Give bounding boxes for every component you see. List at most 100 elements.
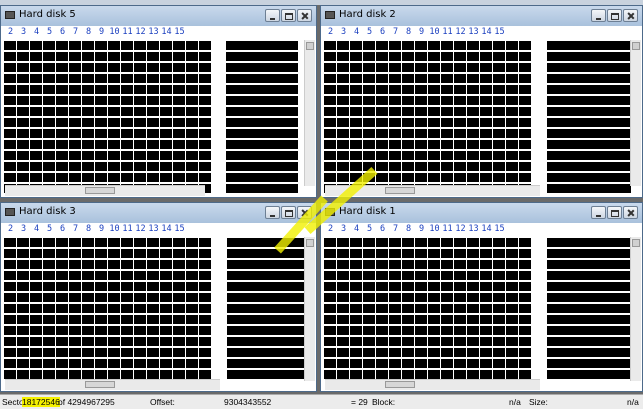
hex-cell[interactable]: [160, 74, 172, 83]
hex-cell[interactable]: [173, 293, 185, 302]
hex-cell[interactable]: [82, 315, 94, 324]
hex-cell[interactable]: [43, 129, 55, 138]
hex-cell[interactable]: [17, 249, 29, 258]
hex-cell[interactable]: [376, 41, 388, 50]
hex-cell[interactable]: [337, 162, 349, 171]
ascii-cell[interactable]: [227, 337, 307, 346]
hex-cell[interactable]: [441, 140, 453, 149]
ascii-cell[interactable]: [547, 282, 631, 291]
window-hard-disk-3[interactable]: Hard disk 3 2 3 4 5 6 7 8 9 10 11 12 13 14 15: [0, 202, 317, 392]
hex-cell[interactable]: [69, 370, 81, 379]
hex-cell[interactable]: [56, 52, 68, 61]
hex-cell[interactable]: [147, 370, 159, 379]
hex-cell[interactable]: [454, 151, 466, 160]
horizontal-scrollbar[interactable]: [5, 379, 220, 390]
hex-cell[interactable]: [506, 238, 518, 247]
hex-cell[interactable]: [506, 151, 518, 160]
hex-cell[interactable]: [350, 151, 362, 160]
hex-cell[interactable]: [95, 249, 107, 258]
hex-cell[interactable]: [402, 85, 414, 94]
hex-cell[interactable]: [108, 359, 120, 368]
hex-cell[interactable]: [493, 85, 505, 94]
ascii-cell[interactable]: [227, 348, 307, 357]
hex-cell[interactable]: [415, 238, 427, 247]
hex-cell[interactable]: [56, 41, 68, 50]
hex-cell[interactable]: [56, 271, 68, 280]
hex-cell[interactable]: [506, 249, 518, 258]
horizontal-scrollbar[interactable]: [5, 185, 205, 196]
hex-cell[interactable]: [17, 85, 29, 94]
hex-cell[interactable]: [467, 173, 479, 182]
hex-cell[interactable]: [467, 162, 479, 171]
hex-cell[interactable]: [506, 282, 518, 291]
hex-cell[interactable]: [415, 271, 427, 280]
hex-cell[interactable]: [493, 41, 505, 50]
hex-cell[interactable]: [56, 370, 68, 379]
hex-cell[interactable]: [324, 293, 336, 302]
hex-cell[interactable]: [82, 238, 94, 247]
hex-cell[interactable]: [454, 271, 466, 280]
hex-cell[interactable]: [199, 74, 211, 83]
hex-cell[interactable]: [324, 370, 336, 379]
hex-cell[interactable]: [199, 129, 211, 138]
hex-grid[interactable]: [4, 238, 212, 379]
hex-cell[interactable]: [467, 85, 479, 94]
hex-cell[interactable]: [108, 151, 120, 160]
hex-cell[interactable]: [121, 293, 133, 302]
horizontal-scrollbar[interactable]: [325, 379, 540, 390]
hex-cell[interactable]: [376, 118, 388, 127]
hex-cell[interactable]: [389, 326, 401, 335]
ascii-cell[interactable]: [226, 52, 298, 61]
hex-cell[interactable]: [173, 348, 185, 357]
hex-cell[interactable]: [108, 41, 120, 50]
ascii-cell[interactable]: [226, 140, 298, 149]
hex-cell[interactable]: [82, 151, 94, 160]
hex-cell[interactable]: [402, 271, 414, 280]
hex-cell[interactable]: [428, 96, 440, 105]
hex-cell[interactable]: [467, 129, 479, 138]
hex-cell[interactable]: [467, 63, 479, 72]
hex-cell[interactable]: [389, 370, 401, 379]
hex-cell[interactable]: [4, 129, 16, 138]
hex-cell[interactable]: [480, 96, 492, 105]
hex-cell[interactable]: [402, 293, 414, 302]
hex-cell[interactable]: [43, 282, 55, 291]
hex-cell[interactable]: [95, 107, 107, 116]
hex-cell[interactable]: [519, 238, 531, 247]
hex-cell[interactable]: [480, 173, 492, 182]
hex-cell[interactable]: [363, 63, 375, 72]
hex-cell[interactable]: [506, 52, 518, 61]
hex-cell[interactable]: [186, 326, 198, 335]
hex-cell[interactable]: [4, 63, 16, 72]
hex-cell[interactable]: [108, 348, 120, 357]
hex-cell[interactable]: [402, 52, 414, 61]
hex-cell[interactable]: [82, 359, 94, 368]
ascii-cell[interactable]: [227, 271, 307, 280]
hex-cell[interactable]: [363, 249, 375, 258]
hex-cell[interactable]: [519, 162, 531, 171]
hex-cell[interactable]: [363, 151, 375, 160]
ascii-cell[interactable]: [547, 63, 631, 72]
hex-cell[interactable]: [480, 271, 492, 280]
hex-cell[interactable]: [134, 282, 146, 291]
hex-cell[interactable]: [519, 282, 531, 291]
hex-cell[interactable]: [82, 74, 94, 83]
hex-cell[interactable]: [402, 129, 414, 138]
hex-cell[interactable]: [95, 315, 107, 324]
hex-cell[interactable]: [519, 118, 531, 127]
hex-cell[interactable]: [199, 162, 211, 171]
hex-cell[interactable]: [337, 326, 349, 335]
hex-cell[interactable]: [337, 52, 349, 61]
hex-cell[interactable]: [493, 52, 505, 61]
hex-cell[interactable]: [95, 348, 107, 357]
hex-cell[interactable]: [186, 293, 198, 302]
hex-cell[interactable]: [363, 85, 375, 94]
hex-cell[interactable]: [4, 293, 16, 302]
ascii-cell[interactable]: [547, 184, 631, 193]
hex-cell[interactable]: [441, 85, 453, 94]
hex-cell[interactable]: [134, 63, 146, 72]
hex-cell[interactable]: [17, 151, 29, 160]
hex-cell[interactable]: [121, 85, 133, 94]
hex-cell[interactable]: [108, 173, 120, 182]
hex-cell[interactable]: [186, 129, 198, 138]
